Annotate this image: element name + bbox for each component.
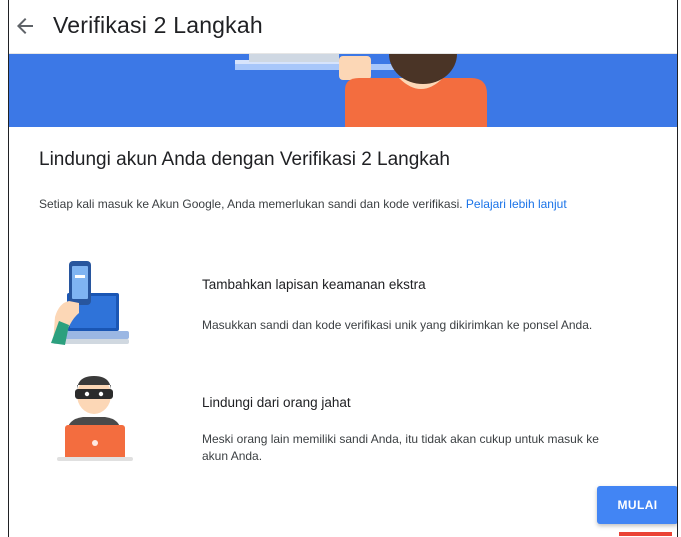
person-at-laptop-illustration — [235, 54, 487, 127]
section-description: Setiap kali masuk ke Akun Google, Anda m… — [39, 193, 667, 215]
app-window: Verifikasi 2 Langkah Lindungi akun Anda … — [8, 0, 678, 537]
feature-title: Lindungi dari orang jahat — [202, 395, 351, 410]
top-bar: Verifikasi 2 Langkah — [9, 0, 677, 54]
feature-description: Masukkan sandi dan kode verifikasi unik … — [202, 318, 593, 332]
section-heading: Lindungi akun Anda dengan Verifikasi 2 L… — [39, 149, 450, 170]
description-text: Setiap kali masuk ke Akun Google, Anda m… — [39, 197, 463, 211]
feature-title: Tambahkan lapisan keamanan ekstra — [202, 277, 426, 292]
main-content: Lindungi akun Anda dengan Verifikasi 2 L… — [9, 127, 677, 537]
hero-banner — [9, 54, 677, 127]
phone-laptop-icon — [51, 261, 129, 345]
highlight-underline — [619, 532, 672, 536]
feature-description: Meski orang lain memiliki sandi Anda, it… — [202, 432, 599, 463]
learn-more-link[interactable]: Pelajari lebih lanjut — [466, 197, 567, 211]
arrow-back-icon[interactable] — [13, 14, 37, 38]
page-title: Verifikasi 2 Langkah — [53, 12, 263, 38]
start-button[interactable]: MULAI — [597, 486, 677, 524]
masked-thief-icon — [57, 376, 133, 461]
